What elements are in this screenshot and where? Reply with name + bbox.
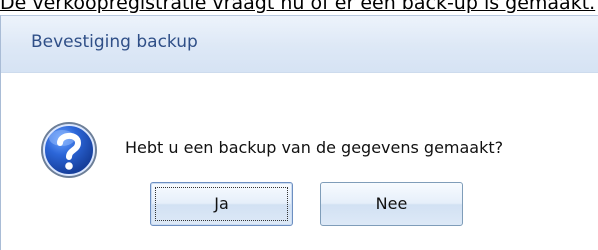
background-document-text: De verkoopregistratie vraagt nu of er ee… bbox=[0, 0, 596, 14]
dialog-title: Bevestiging backup bbox=[31, 32, 198, 52]
yes-button-label: Ja bbox=[214, 194, 229, 213]
dialog-titlebar: Bevestiging backup bbox=[1, 15, 598, 72]
no-button-label: Nee bbox=[375, 194, 408, 213]
confirmation-dialog: Bevestiging backup Hebt u een backup van… bbox=[0, 15, 598, 250]
yes-button[interactable]: Ja bbox=[150, 182, 293, 226]
dialog-message: Hebt u een backup van de gegevens gemaak… bbox=[125, 138, 504, 157]
dialog-content: Hebt u een backup van de gegevens gemaak… bbox=[1, 72, 598, 250]
screenshot-page: De verkoopregistratie vraagt nu of er ee… bbox=[0, 0, 598, 250]
no-button[interactable]: Nee bbox=[320, 182, 463, 226]
question-icon bbox=[38, 119, 100, 181]
